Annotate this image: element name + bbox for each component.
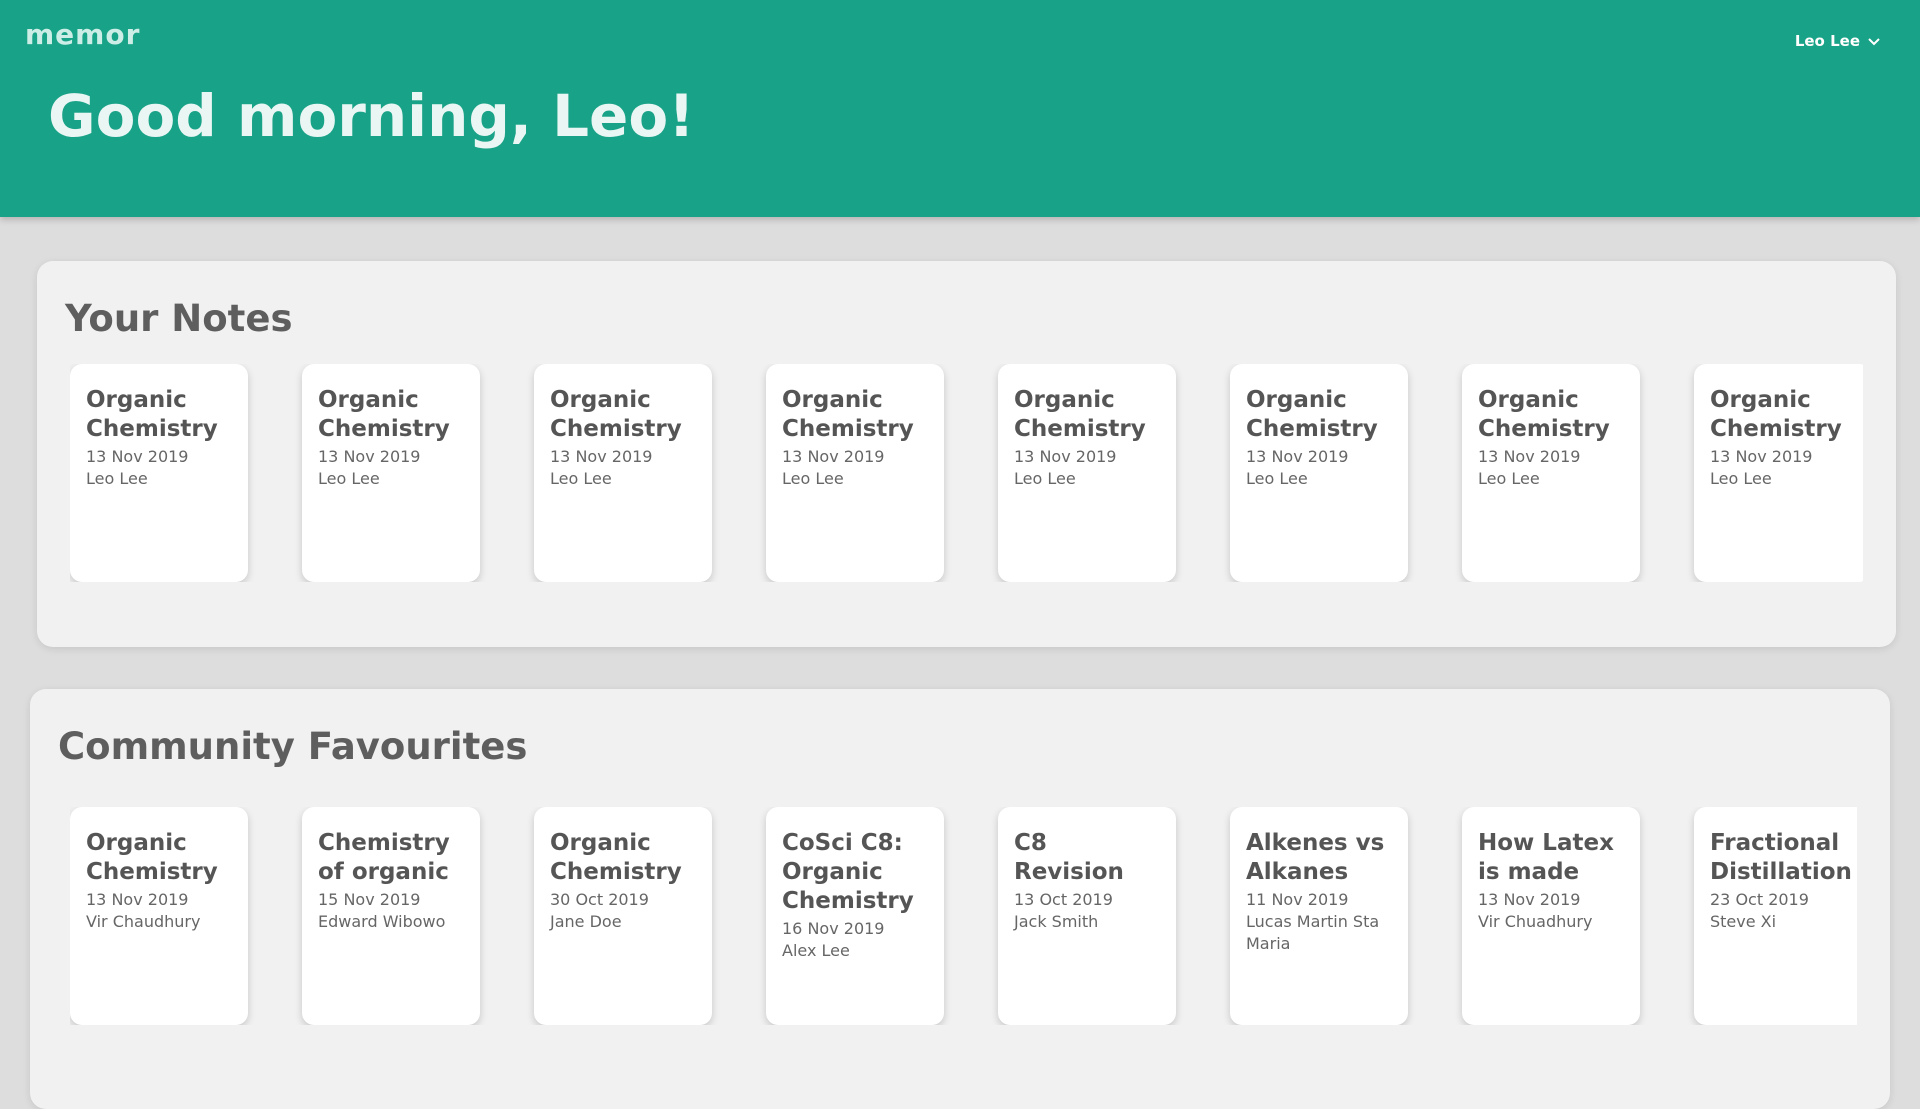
- note-card[interactable]: Organic Chemistry 13 Nov 2019 Leo Lee: [1462, 364, 1640, 582]
- note-card-author: Leo Lee: [550, 469, 612, 488]
- note-card-author: Steve Xi: [1710, 912, 1777, 931]
- user-menu-name: Leo Lee: [1794, 32, 1860, 50]
- note-card[interactable]: Organic Chemistry 13 Nov 2019 Leo Lee: [534, 364, 712, 582]
- note-card-date: 16 Nov 2019: [782, 919, 885, 938]
- note-card-title: Organic Chemistry: [318, 387, 450, 442]
- note-card-title: Organic Chemistry: [1710, 387, 1842, 442]
- note-card[interactable]: CoSci C8: Organic Chemistry 16 Nov 2019 Al…: [766, 807, 944, 1025]
- note-card-title: Chemistry of organic: [318, 830, 450, 885]
- note-card-author: Alex Lee: [782, 941, 850, 960]
- note-card-author: Jack Smith: [1014, 912, 1099, 931]
- note-card[interactable]: Chemistry of organic 15 Nov 2019 Edward Wi…: [302, 807, 480, 1025]
- note-card[interactable]: Organic Chemistry 13 Nov 2019 Leo Lee: [998, 364, 1176, 582]
- note-card-date: 13 Nov 2019: [1710, 447, 1813, 466]
- note-card-title: CoSci C8: Organic Chemistry: [782, 830, 914, 914]
- note-card-title: Fractional Distillation: [1710, 830, 1852, 885]
- note-card-date: 13 Nov 2019: [1478, 447, 1581, 466]
- note-card-date: 11 Nov 2019: [1246, 890, 1349, 909]
- note-card-date: 30 Oct 2019: [550, 890, 649, 909]
- note-card-author: Leo Lee: [86, 469, 148, 488]
- note-card[interactable]: Organic Chemistry 30 Oct 2019 Jane Doe: [534, 807, 712, 1025]
- note-card-author: Leo Lee: [1710, 469, 1772, 488]
- note-card[interactable]: Organic Chemistry 13 Nov 2019 Leo Lee: [1230, 364, 1408, 582]
- note-card-date: 23 Oct 2019: [1710, 890, 1809, 909]
- note-card[interactable]: Alkenes vs Alkanes 11 Nov 2019 Lucas Marti…: [1230, 807, 1408, 1025]
- note-card[interactable]: Organic Chemistry 13 Nov 2019 Vir Chaudhur…: [70, 807, 248, 1025]
- note-card-date: 13 Nov 2019: [782, 447, 885, 466]
- note-card-title: Organic Chemistry: [1014, 387, 1146, 442]
- your-notes-cards: Organic Chemistry 13 Nov 2019 Leo Lee Organ…: [70, 364, 1863, 582]
- note-card-date: 13 Nov 2019: [550, 447, 653, 466]
- user-menu[interactable]: Leo Lee: [1795, 32, 1880, 50]
- note-card-date: 13 Nov 2019: [318, 447, 421, 466]
- note-card-author: Lucas Martin Sta Maria: [1246, 912, 1380, 953]
- note-card[interactable]: Organic Chemistry 13 Nov 2019 Leo Lee: [70, 364, 248, 582]
- note-card-title: Alkenes vs Alkanes: [1246, 830, 1385, 885]
- note-card-author: Vir Chaudhury: [86, 912, 201, 931]
- note-card-title: How Latex is made: [1478, 830, 1614, 885]
- note-card-title: Organic Chemistry: [1478, 387, 1610, 442]
- note-card[interactable]: Organic Chemistry 13 Nov 2019 Leo Lee: [766, 364, 944, 582]
- note-card-title: Organic Chemistry: [86, 830, 218, 885]
- note-card-title: Organic Chemistry: [782, 387, 914, 442]
- note-card-date: 13 Nov 2019: [1014, 447, 1117, 466]
- note-card-author: Jane Doe: [550, 912, 622, 931]
- note-card-author: Edward Wibowo: [318, 912, 446, 931]
- note-card[interactable]: Fractional Distillation 23 Oct 2019 Steve …: [1694, 807, 1857, 1025]
- note-card-author: Leo Lee: [782, 469, 844, 488]
- app-header: memor Leo Lee Good morning, Leo!: [0, 0, 1920, 217]
- community-favourites-panel: Community Favourites Organic Chemistry 13…: [30, 689, 1890, 1109]
- note-card-date: 13 Nov 2019: [1478, 890, 1581, 909]
- chevron-down-icon: [1868, 32, 1880, 50]
- note-card-author: Leo Lee: [1246, 469, 1308, 488]
- note-card-date: 13 Nov 2019: [86, 447, 189, 466]
- note-card-title: Organic Chemistry: [550, 387, 682, 442]
- your-notes-title: Your Notes: [65, 297, 293, 340]
- note-card-date: 13 Oct 2019: [1014, 890, 1113, 909]
- note-card-title: C8 Revision: [1014, 830, 1124, 885]
- note-card-title: Organic Chemistry: [86, 387, 218, 442]
- greeting-heading: Good morning, Leo!: [48, 82, 695, 150]
- your-notes-panel: Your Notes Organic Chemistry 13 Nov 2019 L…: [37, 261, 1896, 647]
- note-card-author: Leo Lee: [1478, 469, 1540, 488]
- note-card-title: Organic Chemistry: [1246, 387, 1378, 442]
- note-card-title: Organic Chemistry: [550, 830, 682, 885]
- note-card[interactable]: C8 Revision 13 Oct 2019 Jack Smith: [998, 807, 1176, 1025]
- note-card-date: 13 Nov 2019: [86, 890, 189, 909]
- app-logo[interactable]: memor: [25, 18, 140, 51]
- note-card-author: Leo Lee: [1014, 469, 1076, 488]
- note-card-date: 13 Nov 2019: [1246, 447, 1349, 466]
- note-card-date: 15 Nov 2019: [318, 890, 421, 909]
- note-card[interactable]: Organic Chemistry 13 Nov 2019 Leo Lee: [1694, 364, 1863, 582]
- community-favourites-cards: Organic Chemistry 13 Nov 2019 Vir Chaudhur…: [70, 807, 1857, 1025]
- note-card[interactable]: How Latex is made 13 Nov 2019 Vir Chuadhur…: [1462, 807, 1640, 1025]
- note-card-author: Leo Lee: [318, 469, 380, 488]
- note-card[interactable]: Organic Chemistry 13 Nov 2019 Leo Lee: [302, 364, 480, 582]
- note-card-author: Vir Chuadhury: [1478, 912, 1593, 931]
- community-favourites-title: Community Favourites: [58, 725, 528, 768]
